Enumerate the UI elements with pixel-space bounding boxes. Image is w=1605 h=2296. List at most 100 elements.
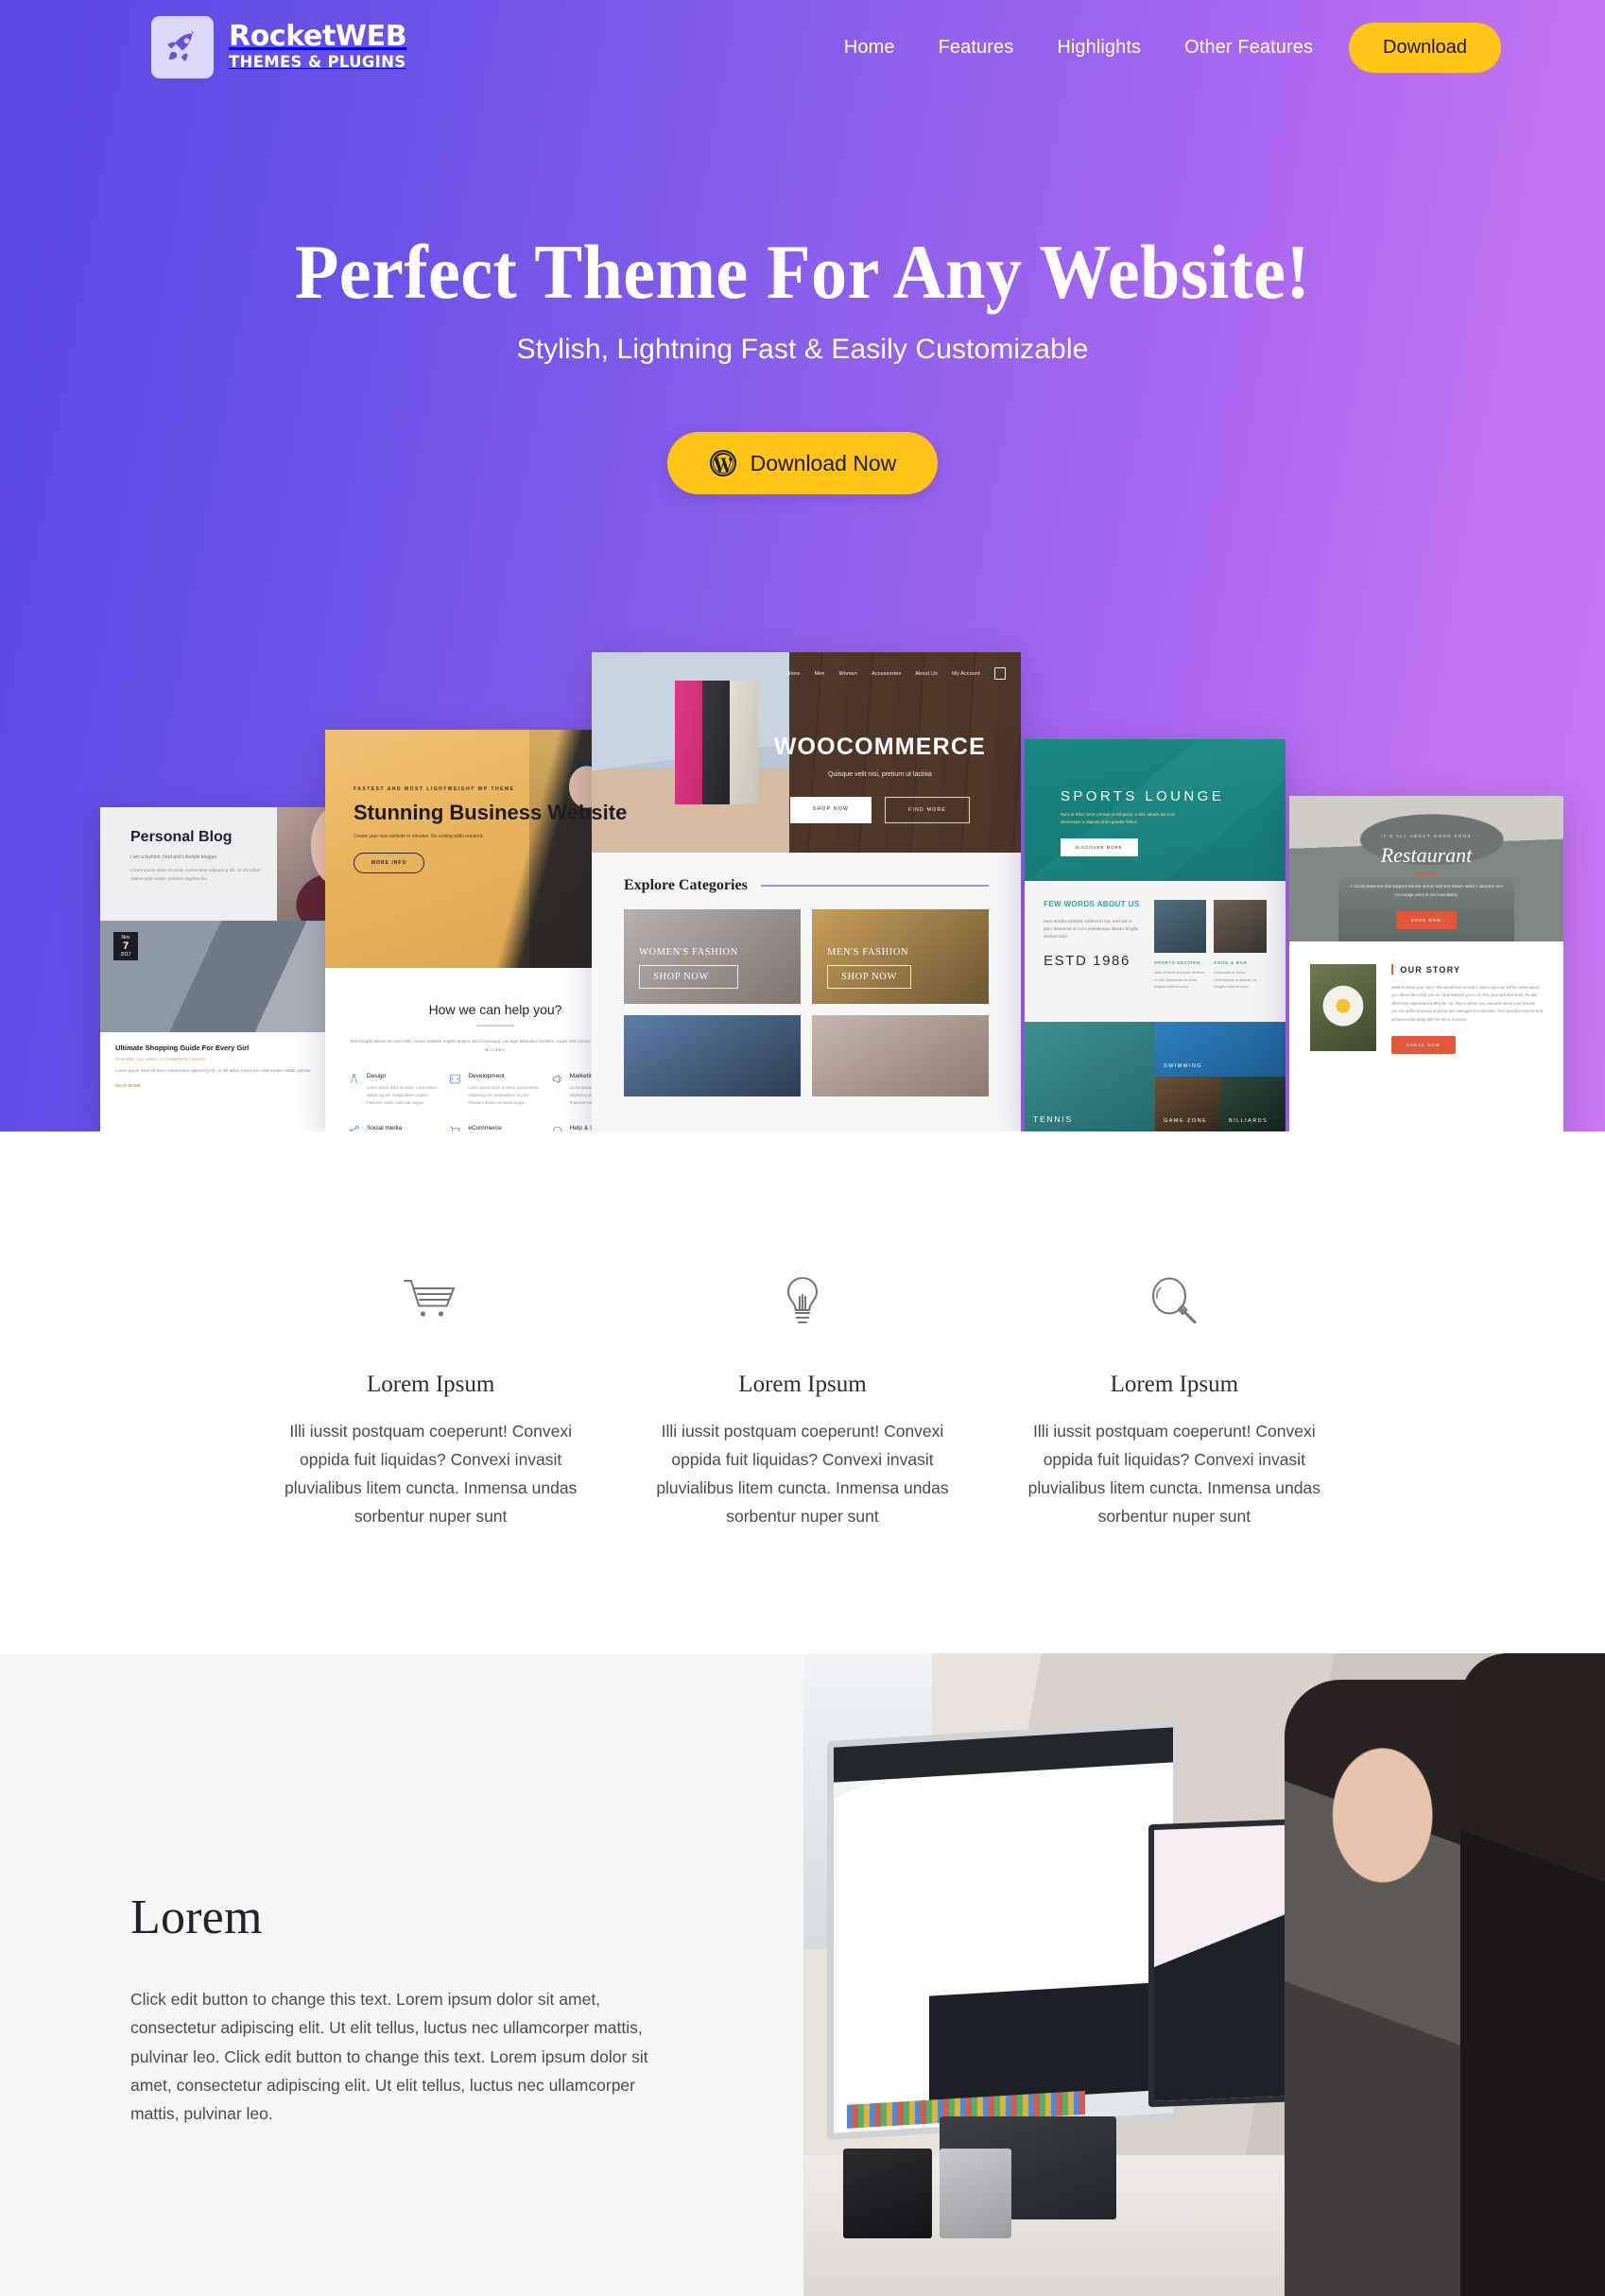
features-section: Lorem Ipsum Illi iussit postquam coeperu… (0, 1131, 1605, 1653)
sports-thumb-sports-section[interactable]: SPORTS SECTION Nunc at tellus tincidunt,… (1154, 900, 1207, 1022)
main-nav: Home Features Highlights Other Features (844, 37, 1313, 59)
woo-nav-about[interactable]: About Us (915, 671, 938, 677)
business-more-info-button[interactable]: MORE INFO (354, 853, 424, 873)
lightbulb-icon (637, 1273, 967, 1332)
woo-category-extra-1[interactable] (624, 1015, 801, 1096)
share-icon (348, 1125, 360, 1131)
woo-category-caption: MEN'S FASHION SHOP NOW (827, 947, 911, 989)
cart-icon (449, 1125, 461, 1131)
blog-post-date: Nov 7 2017 (113, 932, 138, 960)
business-service-social-media[interactable]: Social media (348, 1125, 440, 1131)
sports-title: SPORTS LOUNGE (1061, 788, 1224, 804)
hero-section: RocketWEB THEMES & PLUGINS Home Features… (0, 0, 1605, 1131)
bag-icon[interactable] (994, 667, 1006, 680)
office-monitor-primary (827, 1720, 1180, 2140)
business-service-design[interactable]: DesignLorem ipsum dolor sit amet, consec… (348, 1073, 440, 1108)
theme-showcase-montage: Personal Blog I am a fashion, food and L… (0, 652, 1605, 1131)
business-service-ecommerce[interactable]: eCommerce (449, 1125, 541, 1131)
sports-gallery-game-zone[interactable]: GAME ZONE (1155, 1077, 1220, 1131)
lorem-split-section: Lorem Click edit button to change this t… (0, 1653, 1605, 2296)
sports-gallery-billiards[interactable]: BILLIARDS (1220, 1077, 1286, 1131)
blog-intro: Lorem ipsum dolor sit amet, consectetur … (130, 867, 277, 883)
showcase-woocommerce-mockup[interactable]: Store Men Women Accessories About Us My … (592, 652, 1021, 1131)
sports-thumb-text: Maecenas ac tortor, pellentesque ut aliq… (1214, 970, 1267, 992)
hero-subtitle: Stylish, Lightning Fast & Easily Customi… (0, 334, 1605, 366)
woo-nav-accessories[interactable]: Accessories (872, 671, 901, 677)
shopping-bag-beige (730, 681, 759, 804)
office-person-background (1460, 1653, 1605, 2296)
download-now-button[interactable]: Download Now (667, 432, 939, 494)
restaurant-tagline: A catchy statement that supports the tit… (1289, 883, 1563, 899)
sports-hero-text: SPORTS LOUNGE Nunc at tellus tortor, pre… (1061, 788, 1224, 856)
sports-discover-button[interactable]: DISCOVER MORE (1061, 838, 1138, 856)
woo-hero-text: WOOCOMMERCE Quisque velit nisi, pretium … (760, 734, 1000, 823)
woo-category-button[interactable]: SHOP NOW (827, 965, 911, 989)
sports-gallery-tennis[interactable]: TENNIS (1025, 1022, 1155, 1131)
blog-hero-text: Personal Blog I am a fashion, food and L… (100, 807, 277, 921)
brand-logo[interactable]: RocketWEB THEMES & PLUGINS (151, 16, 406, 78)
woo-category-button[interactable]: SHOP NOW (639, 965, 738, 989)
sports-thumb-food-bar[interactable]: FOOD & BAR Maecenas ac tortor, pellentes… (1214, 900, 1267, 1022)
feature-text: Illi iussit postquam coeperunt! Convexi … (637, 1417, 967, 1530)
nav-item-features[interactable]: Features (939, 37, 1014, 59)
woo-tagline: Quisque velit nisi, pretium ut lacinia (760, 771, 1000, 778)
office-photo-composition (803, 1653, 1605, 2296)
code-icon (449, 1073, 461, 1085)
sports-thumb-image (1214, 900, 1267, 953)
service-text: Lorem ipsum dolor sit amet, consectetuer… (468, 1084, 541, 1108)
woo-nav-women[interactable]: Women (839, 671, 857, 677)
sports-gallery-bottom: GAME ZONE BILLIARDS (1155, 1077, 1286, 1131)
woo-title: WOOCOMMERCE (760, 734, 1000, 761)
feature-text: Illi iussit postquam coeperunt! Convexi … (266, 1417, 595, 1530)
service-name: Development (468, 1073, 541, 1079)
woo-shop-now-button[interactable]: SHOP NOW (790, 797, 872, 823)
magnifier-icon (1010, 1273, 1339, 1332)
brand-tagline: THEMES & PLUGINS (229, 53, 406, 72)
monitor-code-panel (929, 1983, 1153, 2104)
sports-tagline: Nunc at tellus tortor, pretium at nisl p… (1061, 811, 1193, 827)
restaurant-hero: IT'S ALL ABOUT GOOD FOOD Restaurant A ca… (1289, 796, 1563, 941)
showcase-restaurant-mockup[interactable]: IT'S ALL ABOUT GOOD FOOD Restaurant A ca… (1289, 796, 1563, 1131)
business-service-development[interactable]: Development Lorem ipsum dolor sit amet, c… (449, 1073, 541, 1108)
woo-nav-account[interactable]: My Account (952, 671, 980, 677)
sports-about-column: FEW WORDS ABOUT US Nunc at tellus tincid… (1044, 900, 1142, 1022)
nav-item-other-features[interactable]: Other Features (1184, 37, 1313, 59)
woo-find-more-button[interactable]: FIND MORE (885, 797, 970, 823)
sports-about-text: Nunc at tellus tincidunt, eleifend ex ni… (1044, 918, 1142, 941)
nav-item-highlights[interactable]: Highlights (1057, 37, 1141, 59)
nav-item-home[interactable]: Home (844, 37, 895, 59)
shopping-cart-icon (266, 1273, 595, 1332)
woo-category-mens[interactable]: MEN'S FASHION SHOP NOW (812, 909, 989, 1004)
business-tagline: Create your own website in minutes. No c… (354, 834, 665, 839)
restaurant-book-now-button[interactable]: BOOK NOW (1396, 911, 1457, 929)
office-speaker (940, 2149, 1011, 2238)
woo-section-head: Explore Categories (624, 877, 989, 894)
business-title: Stunning Business Website (354, 801, 665, 824)
sports-gallery-swimming[interactable]: SWIMMING (1155, 1022, 1286, 1077)
woo-category-caption: WOMEN'S FASHION SHOP NOW (639, 947, 738, 989)
megaphone-icon (551, 1073, 563, 1085)
restaurant-check-now-button[interactable]: CHECK NOW (1391, 1036, 1456, 1054)
sports-gallery-label: BILLIARDS (1229, 1118, 1268, 1124)
showcase-sports-mockup[interactable]: SPORTS LOUNGE Nunc at tellus tortor, pre… (1025, 739, 1286, 1131)
restaurant-story-body: Want to share your story? We would love … (1391, 984, 1543, 1024)
support-icon (551, 1125, 563, 1131)
restaurant-story-text: OUR STORY Want to share your story? We w… (1391, 964, 1543, 1054)
sports-hero: SPORTS LOUNGE Nunc at tellus tortor, pre… (1025, 739, 1286, 881)
navbar: RocketWEB THEMES & PLUGINS Home Features… (0, 0, 1605, 95)
sports-thumb-text: Nunc at tellus tincidunt, eleifend ex ni… (1154, 970, 1207, 992)
restaurant-story-title: OUR STORY (1400, 965, 1460, 975)
restaurant-divider (1414, 873, 1439, 874)
sports-about-section: FEW WORDS ABOUT US Nunc at tellus tincid… (1025, 881, 1286, 1022)
woo-nav-store[interactable]: Store (787, 671, 801, 677)
restaurant-title: Restaurant (1289, 843, 1563, 868)
service-text: Lorem ipsum dolor sit amet, consectetuer… (367, 1084, 440, 1108)
woo-hero-buttons: SHOP NOW FIND MORE (760, 797, 1000, 823)
download-button[interactable]: Download (1349, 23, 1501, 73)
woo-category-womens[interactable]: WOMEN'S FASHION SHOP NOW (624, 909, 801, 1004)
wordpress-icon (709, 449, 737, 477)
woo-nav-men[interactable]: Men (815, 671, 825, 677)
lorem-paragraph: Click edit button to change this text. L… (130, 1985, 652, 2127)
woo-category-extra-2[interactable] (812, 1015, 989, 1096)
sports-gallery-right: SWIMMING GAME ZONE BILLIARDS (1155, 1022, 1286, 1131)
